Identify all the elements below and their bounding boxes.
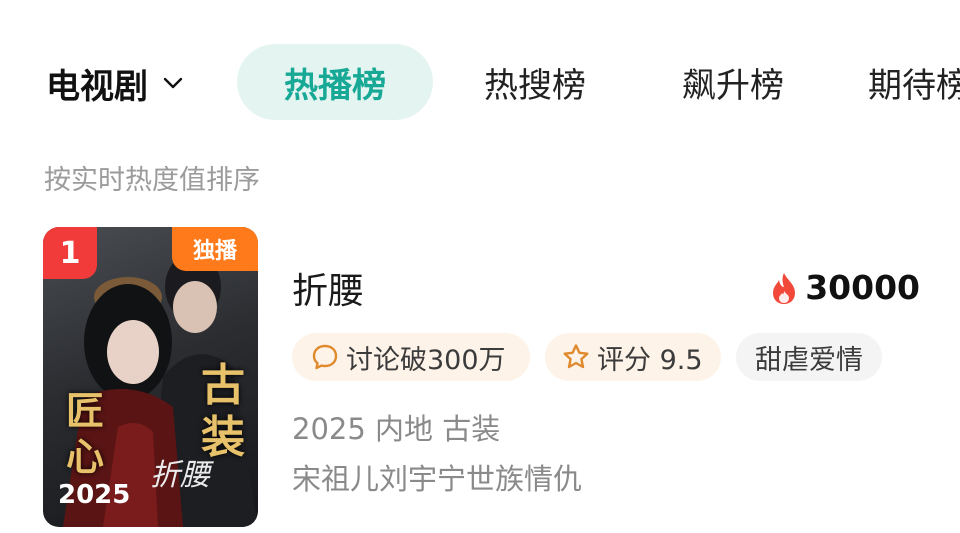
chevron-down-icon: [163, 77, 183, 89]
category-label: 电视剧: [46, 66, 148, 107]
tag-label: 讨论破300万: [346, 344, 506, 376]
exclusive-badge: 独播: [172, 227, 258, 271]
poster-title-text: 古装: [201, 360, 245, 463]
heat-score: 30000: [769, 268, 920, 307]
show-description: 宋祖儿刘宇宁世族情仇: [292, 462, 583, 496]
tag-label: 甜虐爱情: [755, 344, 863, 376]
tab-label: 飙升榜: [682, 65, 784, 106]
rank-badge: 1: [43, 227, 97, 279]
heat-value: 30000: [805, 268, 920, 307]
show-meta: 2025 内地 古装: [292, 412, 501, 446]
tab-label: 热搜榜: [484, 65, 586, 106]
ranking-tabs: 电视剧 热播榜 热搜榜 飙升榜 期待榜: [0, 40, 960, 126]
chat-bubble-icon: [312, 344, 338, 370]
tag-discussion[interactable]: 讨论破300万: [292, 333, 530, 381]
flame-icon: [773, 272, 796, 304]
tab-hot-play[interactable]: 热播榜: [237, 44, 433, 120]
sort-description: 按实时热度值排序: [44, 165, 260, 196]
poster-year: 2025: [58, 480, 131, 510]
show-title[interactable]: 折腰: [292, 262, 364, 314]
tag-rating[interactable]: 评分 9.5: [545, 333, 721, 381]
tab-rising[interactable]: 飙升榜: [668, 44, 798, 120]
poster-logo: 折腰: [150, 458, 210, 493]
tag-label: 评分 9.5: [597, 344, 703, 376]
tab-label: 热播榜: [284, 65, 386, 106]
star-outline-icon: [563, 344, 589, 369]
category-dropdown[interactable]: 电视剧: [46, 60, 184, 107]
tab-label: 期待榜: [868, 65, 960, 106]
poster-tagline-text: 匠心: [65, 388, 104, 479]
tab-hot-search[interactable]: 热搜榜: [470, 44, 600, 120]
tag-genre[interactable]: 甜虐爱情: [736, 333, 882, 381]
tab-anticipated[interactable]: 期待榜: [868, 44, 960, 120]
